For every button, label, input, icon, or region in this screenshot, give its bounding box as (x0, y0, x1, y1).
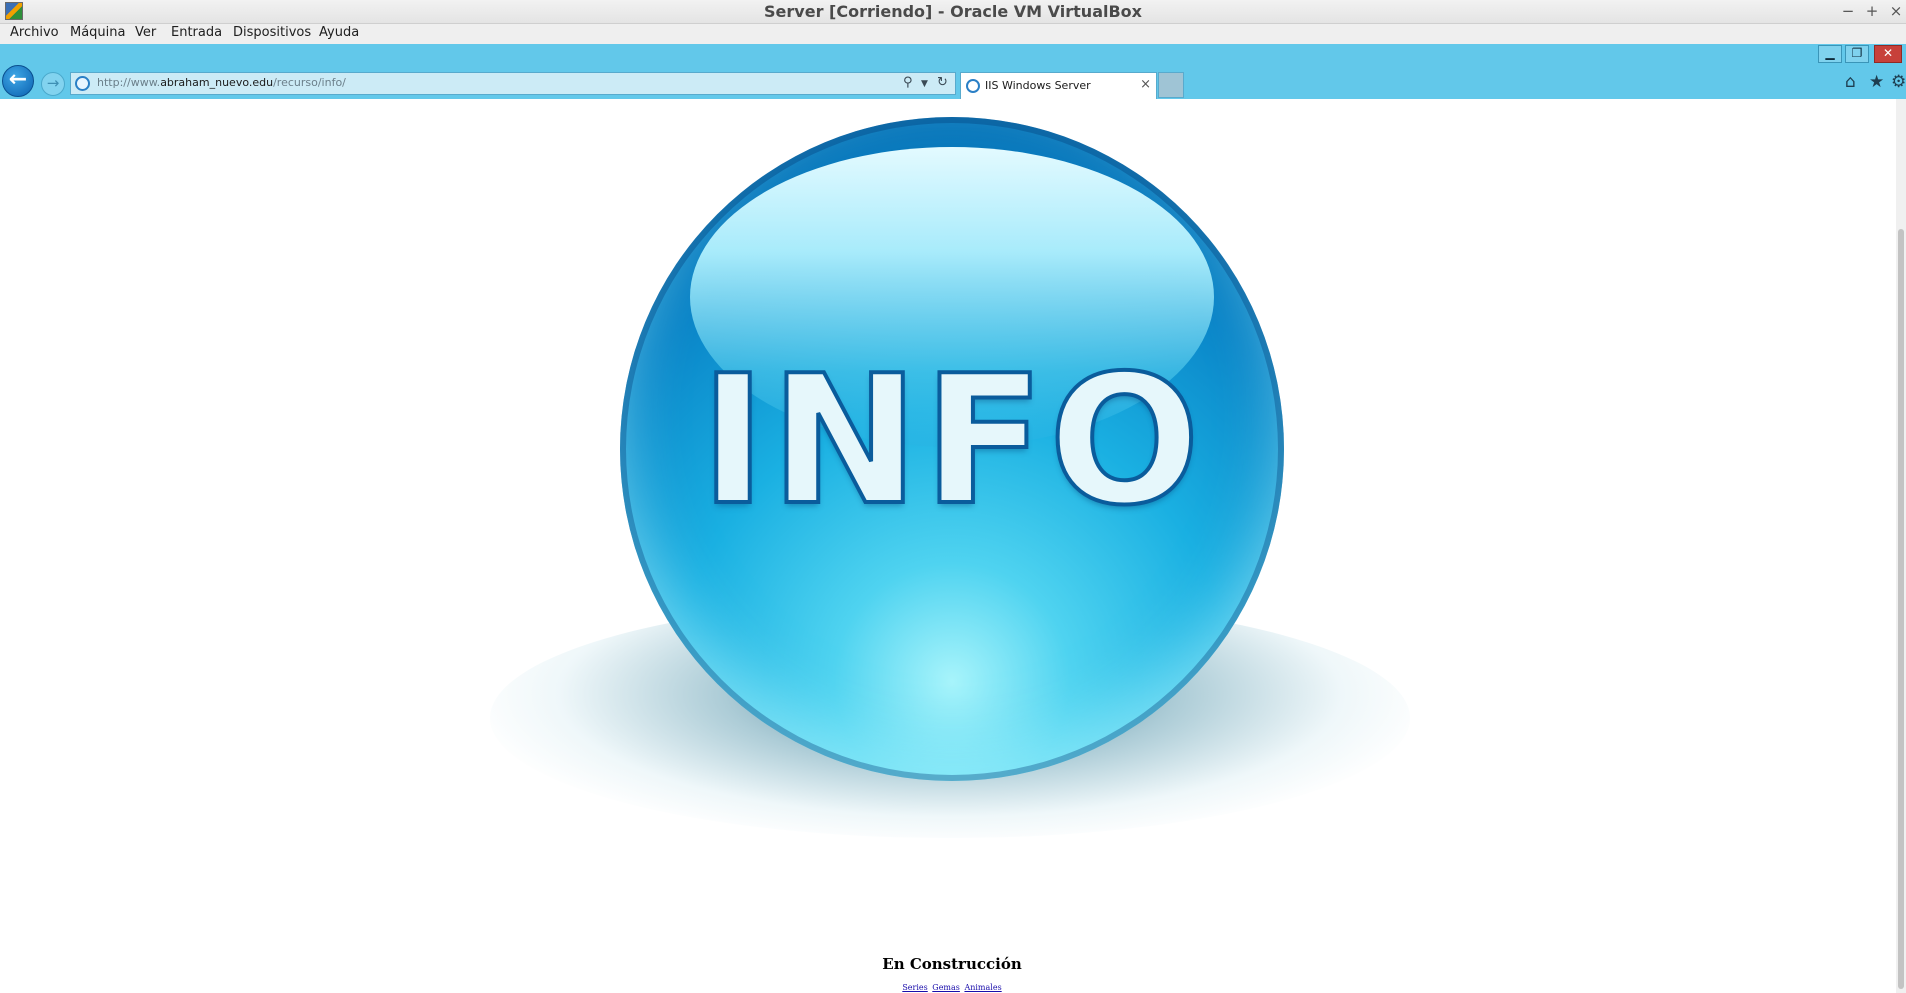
menu-dispositivos[interactable]: Dispositivos (233, 25, 311, 40)
tab-iis-windows-server[interactable]: IIS Windows Server × (960, 72, 1157, 99)
link-gemas[interactable]: Gemas (932, 983, 960, 992)
address-bar[interactable]: http://www.abraham_nuevo.edu/recurso/inf… (70, 72, 956, 95)
gear-icon[interactable]: ⚙ (1891, 72, 1906, 92)
vertical-scrollbar[interactable] (1896, 99, 1906, 993)
menu-ver[interactable]: Ver (135, 25, 156, 40)
guest-close-button[interactable]: ✕ (1874, 45, 1902, 63)
forward-arrow-icon[interactable]: → (41, 72, 65, 96)
window-title: Server [Corriendo] - Oracle VM VirtualBo… (764, 2, 1142, 21)
star-icon[interactable]: ★ (1869, 72, 1884, 92)
menu-entrada[interactable]: Entrada (171, 25, 222, 40)
tab-title: IIS Windows Server (985, 79, 1091, 92)
orb-text: INFO (698, 337, 1205, 544)
link-series[interactable]: Series (902, 983, 927, 992)
url-path: /recurso/info/ (273, 76, 346, 89)
host-menu-bar: Archivo Máquina Ver Entrada Dispositivos… (0, 24, 1906, 44)
page-heading: En Construcción (882, 955, 1022, 973)
menu-maquina[interactable]: Máquina (70, 25, 126, 40)
home-icon[interactable]: ⌂ (1845, 72, 1856, 92)
chevron-down-icon[interactable]: ▼ (921, 79, 928, 89)
host-title-bar: Server [Corriendo] - Oracle VM VirtualBo… (0, 0, 1906, 24)
url-prefix: http://www. (97, 76, 161, 89)
minimize-window-button[interactable]: − (1838, 1, 1858, 21)
scrollbar-thumb[interactable] (1898, 229, 1904, 989)
back-arrow-icon[interactable]: ← (2, 65, 34, 97)
info-orb-image: INFO (620, 117, 1284, 781)
menu-archivo[interactable]: Archivo (10, 25, 59, 40)
tab-close-icon[interactable]: × (1140, 77, 1151, 92)
address-url[interactable]: http://www.abraham_nuevo.edu/recurso/inf… (97, 76, 346, 89)
ie-page-icon (75, 76, 90, 91)
guest-minimize-button[interactable]: ▁ (1818, 45, 1842, 63)
ie-tab-icon (966, 79, 980, 93)
link-animales[interactable]: Animales (964, 983, 1001, 992)
browser-toolbar: ▁ ❐ ✕ ← → http://www.abraham_nuevo.edu/r… (0, 44, 1906, 99)
close-window-button[interactable]: × (1886, 1, 1906, 21)
refresh-icon[interactable]: ↻ (937, 75, 948, 90)
search-icon[interactable]: ⚲ (903, 75, 913, 90)
menu-ayuda[interactable]: Ayuda (319, 25, 359, 40)
guest-restore-button[interactable]: ❐ (1845, 45, 1869, 63)
footer-links: Series Gemas Animales (0, 983, 1904, 992)
url-domain: abraham_nuevo.edu (160, 76, 274, 89)
new-tab-button[interactable] (1158, 72, 1184, 98)
maximize-window-button[interactable]: + (1862, 1, 1882, 21)
